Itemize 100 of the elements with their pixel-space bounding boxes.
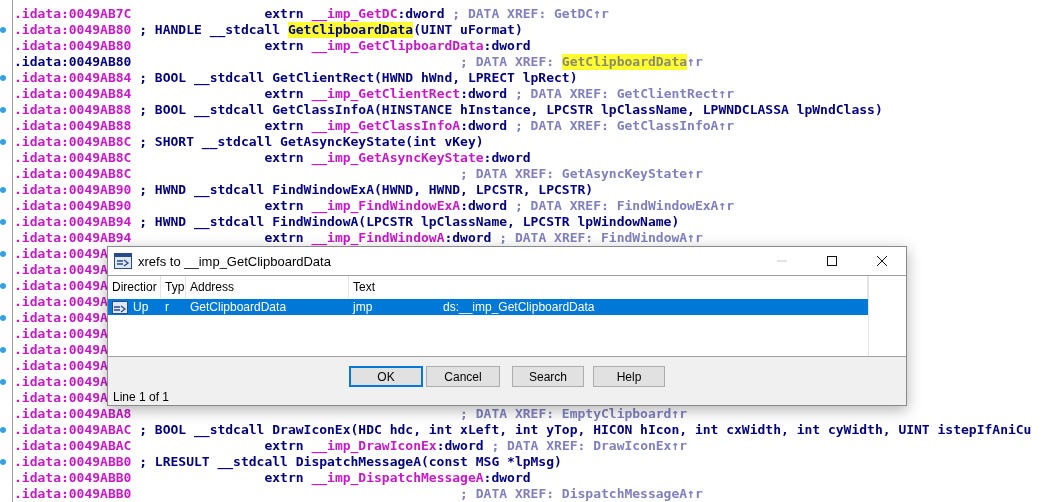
- symbol-name: __imp_GetDC: [311, 6, 398, 22]
- window-icon: [114, 253, 132, 269]
- window-title: xrefs to __imp_GetClipboardData: [138, 253, 331, 269]
- line-address: .idata:0049AB94: [14, 214, 132, 230]
- code-text: ; BOOL __stdcall GetClassInfoA(HINSTANCE hInstance, LPCSTR lpClassName, LPWNDCLASSA lpWndClass): [139, 102, 883, 118]
- dot-icon: [0, 251, 6, 257]
- column-header[interactable]: Typ: [161, 276, 186, 298]
- line-address: .idata:0049AB8C: [14, 134, 132, 150]
- line-address: .idata:0049AB94: [14, 230, 132, 246]
- code-text: ; LRESULT __stdcall DispatchMessageA(const MSG *lpMsg): [139, 454, 562, 470]
- line-address: .idata:0049ABB0: [14, 470, 132, 486]
- xref-row[interactable]: Up r GetClipboardData jmp ds:__imp_GetClipboardData: [108, 299, 868, 315]
- xref-comment: ; DATA XREF: DispatchMessageA↑r: [460, 486, 703, 502]
- line-address: .idata:0049AB90: [14, 182, 132, 198]
- line-address: .idata:0049A: [14, 246, 108, 262]
- dot-icon: [0, 347, 6, 353]
- dialog-button[interactable]: Help: [593, 366, 665, 387]
- line-address: .idata:0049AB80: [14, 22, 132, 38]
- line-address: .idata:0049AB80: [14, 38, 132, 54]
- code-text: extrn: [264, 470, 305, 486]
- symbol-name: __imp_GetAsyncKeyState: [311, 150, 484, 166]
- code-text: extrn: [264, 86, 305, 102]
- dot-icon: [0, 427, 6, 433]
- code-text: ; SHORT __stdcall GetAsyncKeyState(int vKey): [139, 134, 484, 150]
- code-text: :dword: [483, 38, 531, 54]
- code-text: ; HWND __stdcall FindWindowA(LPCSTR lpClassName, LPCSTR lpWindowName): [139, 214, 680, 230]
- line-address: .idata:0049ABB0: [14, 486, 132, 502]
- dot-icon: [0, 283, 6, 289]
- code-text: ; HWND __stdcall FindWindowExA(HWND, HWND, LPCSTR, LPCSTR): [139, 182, 594, 198]
- xref-comment: ; DATA XREF: GetClassInfoA↑r: [514, 118, 735, 134]
- dot-icon: [0, 75, 6, 81]
- xref-comment: ↑r: [687, 54, 703, 70]
- xref-comment: ; DATA XREF: GetDC↑r: [452, 6, 609, 22]
- line-address: .idata:0049AB88: [14, 118, 132, 134]
- dialog-button[interactable]: OK: [349, 366, 423, 387]
- column-header[interactable]: Address: [186, 276, 349, 298]
- line-address: .idata:0049AB84: [14, 70, 132, 86]
- dot-icon: [0, 219, 6, 225]
- symbol-name: __imp_DrawIconEx: [311, 438, 437, 454]
- code-text: :dword: [460, 198, 509, 214]
- line-address: .idata:0049A: [14, 278, 108, 294]
- xref-comment: ; DATA XREF: GetClientRect↑r: [514, 86, 735, 102]
- line-address: .idata:0049A: [14, 262, 108, 278]
- line-address: .idata:0049AB7C: [14, 6, 132, 22]
- symbol-name: __imp_GetClientRect: [311, 86, 461, 102]
- code-text: :dword: [460, 86, 509, 102]
- table-cell: r: [165, 300, 169, 314]
- search-match: GetClipboardData: [561, 54, 688, 70]
- code-text: ; BOOL __stdcall DrawIconEx(HDC hdc, int xLeft, int yTop, HICON hIcon, int cxWidth, int cyWidth, UINT istepIfAniCu: [139, 422, 1032, 438]
- line-address: .idata:0049A: [14, 358, 108, 374]
- code-text: extrn: [264, 118, 305, 134]
- dialog-button[interactable]: Search: [512, 366, 584, 387]
- code-text: :dword: [483, 470, 531, 485]
- dot-icon: [0, 27, 6, 33]
- table-cell: ds:__imp_GetClipboardData: [443, 300, 595, 314]
- line-address: .idata:0049AB8C: [14, 150, 132, 166]
- code-text: extrn: [264, 198, 305, 214]
- column-header[interactable]: Directior: [108, 276, 161, 298]
- xref-comment: ; DATA XREF: DrawIconEx↑r: [491, 438, 688, 454]
- line-address: .idata:0049AB90: [14, 198, 132, 214]
- line-address: .idata:0049A: [14, 294, 108, 310]
- search-match: GetClipboardData: [287, 22, 414, 38]
- code-text: ; BOOL __stdcall GetClientRect(HWND hWnd, LPRECT lpRect): [139, 70, 578, 86]
- code-text: extrn: [264, 230, 305, 246]
- code-text: extrn: [264, 6, 305, 22]
- dot-icon: [0, 315, 6, 321]
- code-text: extrn: [264, 38, 305, 54]
- line-address: .idata:0049AB84: [14, 86, 132, 102]
- table-cell: GetClipboardData: [190, 300, 287, 314]
- xref-comment: ; DATA XREF: EmptyClipboard↑r: [460, 406, 688, 422]
- line-address: .idata:0049A: [14, 390, 108, 406]
- line-address: .idata:0049A: [14, 326, 108, 342]
- line-address: .idata:0049A: [14, 310, 108, 326]
- line-address: .idata:0049AB8C: [14, 166, 132, 182]
- xref-icon: [112, 300, 128, 314]
- maximize-icon[interactable]: [826, 255, 838, 267]
- symbol-name: __imp_FindWindowExA: [311, 198, 461, 214]
- column-header[interactable]: Text: [349, 276, 868, 298]
- code-text: ; HANDLE __stdcall: [139, 22, 282, 38]
- dialog-button[interactable]: Cancel: [426, 366, 500, 387]
- status-text: Line 1 of 1: [112, 390, 170, 404]
- code-text: :dword: [444, 230, 493, 245]
- dot-icon: [0, 379, 6, 385]
- xref-comment: ; DATA XREF: FindWindowA↑r: [499, 230, 703, 246]
- line-address: .idata:0049AB88: [14, 102, 132, 118]
- line-address: .idata:0049ABA8: [14, 406, 132, 422]
- dot-icon: [0, 459, 6, 465]
- xref-comment: ; DATA XREF:: [460, 54, 556, 70]
- line-address: .idata:0049ABAC: [14, 438, 132, 454]
- dot-icon: [0, 107, 6, 113]
- symbol-name: __imp_FindWindowA: [311, 230, 445, 246]
- table-cell: Up: [133, 300, 149, 314]
- close-icon[interactable]: [876, 255, 888, 267]
- line-address: .idata:0049AB80: [14, 54, 132, 70]
- table-cell: jmp: [353, 300, 373, 314]
- code-text: (UINT uFormat): [413, 22, 523, 38]
- dot-icon: [0, 139, 6, 145]
- code-text: extrn: [264, 438, 305, 454]
- line-address: .idata:0049ABAC: [14, 422, 132, 438]
- code-text: :dword: [460, 118, 509, 134]
